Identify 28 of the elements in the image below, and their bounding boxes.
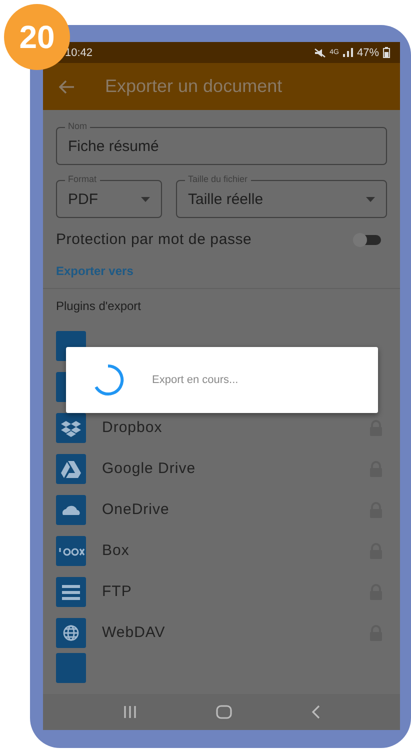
box-logo-icon [56,536,86,566]
screen-title: Exporter un document [105,76,282,97]
globe-logo-icon [56,618,86,648]
status-time: 10:42 [65,46,93,58]
plugin-item[interactable]: Box [56,530,387,571]
back-arrow-icon[interactable] [59,80,75,94]
plugin-item[interactable]: OneDrive [56,489,387,530]
home-icon[interactable] [216,705,232,719]
password-toggle[interactable] [355,234,381,244]
ftp-logo-icon [56,576,86,606]
battery-icon [383,47,390,58]
password-protection-label: Protection par mot de passe [56,231,252,248]
recent-apps-icon[interactable] [122,706,137,718]
progress-message: Export en cours... [152,374,238,386]
plugin-item[interactable]: Google Drive [56,448,387,489]
mute-icon [314,48,326,58]
battery-percent: 47% [356,46,379,58]
caret-icon [141,196,150,202]
signal-icon [342,48,353,57]
plugins-heading: Plugins d'export [56,299,142,313]
plugin-icon [56,653,86,683]
dropbox-logo-icon [56,412,86,442]
drive-logo-icon [56,454,86,484]
plugin-item[interactable]: WebDAV [56,612,387,653]
cloud-logo-icon [56,494,86,524]
plugin-item[interactable]: FTP [56,571,387,612]
back-icon[interactable] [311,705,320,719]
caret-icon [366,196,375,202]
